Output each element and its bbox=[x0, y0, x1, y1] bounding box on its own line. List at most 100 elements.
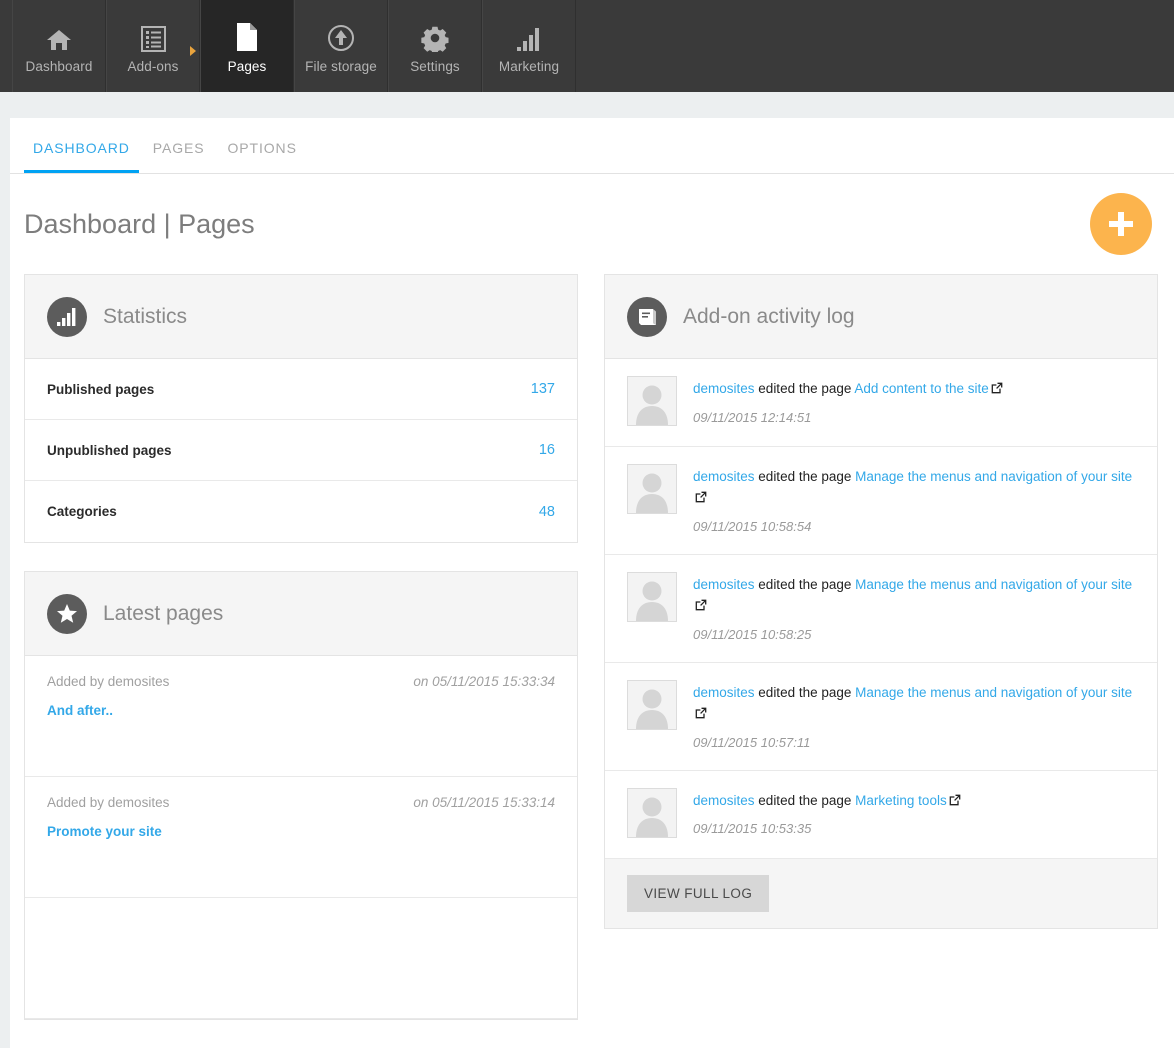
latest-page-row: Added by demosites on 05/11/2015 15:33:1… bbox=[25, 777, 577, 898]
view-full-log-button[interactable]: VIEW FULL LOG bbox=[627, 874, 770, 912]
nav-item-dashboard[interactable]: Dashboard bbox=[12, 0, 106, 92]
page-shell: DASHBOARD PAGES OPTIONS Dashboard | Page… bbox=[10, 118, 1174, 1048]
activity-log-time: 09/11/2015 10:58:25 bbox=[693, 626, 812, 642]
bar-chart-icon bbox=[47, 296, 87, 337]
statistics-panel-header: Statistics bbox=[25, 275, 577, 359]
tab-bar: DASHBOARD PAGES OPTIONS bbox=[10, 118, 1174, 174]
top-navigation: Dashboard Add-ons Pages File storage Set… bbox=[0, 0, 1174, 92]
tab-pages[interactable]: PAGES bbox=[144, 140, 214, 173]
list-icon bbox=[140, 18, 166, 52]
external-link-icon[interactable] bbox=[991, 380, 1003, 401]
statistics-panel: Statistics Published pages 137 Unpublish… bbox=[24, 274, 578, 543]
nav-item-label: File storage bbox=[305, 59, 377, 74]
home-icon bbox=[46, 18, 72, 52]
activity-log-entry: demosites edited the page Manage the men… bbox=[605, 555, 1157, 663]
stat-row-categories: Categories 48 bbox=[25, 481, 577, 542]
activity-log-time: 09/11/2015 10:53:35 bbox=[693, 821, 812, 837]
stat-value[interactable]: 16 bbox=[539, 442, 555, 458]
user-link[interactable]: demosites bbox=[693, 381, 755, 396]
added-by-label: Added by demosites bbox=[47, 674, 170, 689]
latest-page-row: Added by demosites on 05/11/2015 15:33:3… bbox=[25, 656, 577, 777]
latest-page-row-partial bbox=[25, 898, 577, 1019]
external-link-icon[interactable] bbox=[695, 705, 707, 726]
tab-options[interactable]: OPTIONS bbox=[219, 140, 306, 173]
nav-item-label: Settings bbox=[410, 59, 460, 74]
page-link[interactable]: Marketing tools bbox=[855, 793, 947, 808]
dashboard-columns: Statistics Published pages 137 Unpublish… bbox=[10, 274, 1174, 1048]
activity-log-text: demosites edited the page Add content to… bbox=[693, 379, 1003, 401]
nav-item-label: Pages bbox=[227, 59, 267, 74]
avatar bbox=[627, 679, 677, 730]
avatar bbox=[627, 376, 677, 426]
avatar bbox=[627, 464, 677, 514]
panel-title: Add-on activity log bbox=[683, 304, 855, 328]
page-link[interactable]: Manage the menus and navigation of your … bbox=[855, 469, 1132, 484]
activity-log-panel-header: Add-on activity log bbox=[605, 275, 1157, 359]
nav-item-label: Marketing bbox=[498, 59, 560, 74]
left-column: Statistics Published pages 137 Unpublish… bbox=[24, 274, 578, 1048]
external-link-icon[interactable] bbox=[695, 597, 707, 618]
page-link[interactable]: Manage the menus and navigation of your … bbox=[855, 577, 1132, 592]
stat-label: Unpublished pages bbox=[47, 442, 172, 458]
activity-log-time: 09/11/2015 12:14:51 bbox=[693, 409, 812, 425]
activity-log-entry: demosites edited the page Manage the men… bbox=[605, 663, 1157, 771]
nav-item-label: Add-ons bbox=[127, 59, 179, 74]
action-text: edited the page bbox=[758, 381, 852, 396]
user-link[interactable]: demosites bbox=[693, 793, 755, 808]
action-text: edited the page bbox=[758, 792, 852, 808]
page-link[interactable]: Promote your site bbox=[47, 824, 162, 839]
stat-row-unpublished: Unpublished pages 16 bbox=[25, 420, 577, 481]
nav-item-add-ons[interactable]: Add-ons bbox=[106, 0, 200, 92]
external-link-icon[interactable] bbox=[949, 792, 961, 813]
action-text: edited the page bbox=[758, 576, 852, 592]
added-by-label: Added by demosites bbox=[47, 795, 170, 810]
added-on-time: on 05/11/2015 15:33:34 bbox=[413, 674, 555, 689]
page-link[interactable]: Manage the menus and navigation of your … bbox=[855, 685, 1132, 700]
activity-log-entry: demosites edited the page Add content to… bbox=[605, 359, 1157, 447]
tab-dashboard[interactable]: DASHBOARD bbox=[24, 140, 139, 173]
panel-title: Latest pages bbox=[103, 601, 224, 625]
nav-item-settings[interactable]: Settings bbox=[388, 0, 482, 92]
activity-log-entry: demosites edited the page Manage the men… bbox=[605, 447, 1157, 555]
page-title-row: Dashboard | Pages bbox=[10, 174, 1174, 274]
page-link[interactable]: Add content to the site bbox=[854, 381, 988, 396]
stat-value[interactable]: 137 bbox=[531, 381, 555, 397]
latest-pages-panel: Latest pages Added by demosites on 05/11… bbox=[24, 571, 578, 1020]
book-icon bbox=[627, 296, 667, 337]
stat-label: Published pages bbox=[47, 381, 155, 397]
action-text: edited the page bbox=[758, 684, 852, 700]
upload-icon bbox=[327, 18, 355, 52]
page-link[interactable]: And after.. bbox=[47, 703, 113, 718]
action-text: edited the page bbox=[758, 469, 852, 484]
activity-log-entry: demosites edited the page Marketing tool… bbox=[605, 771, 1157, 859]
user-link[interactable]: demosites bbox=[693, 577, 755, 592]
nav-item-pages[interactable]: Pages bbox=[200, 0, 294, 92]
nav-item-label: Dashboard bbox=[25, 59, 93, 74]
activity-log-footer: VIEW FULL LOG bbox=[605, 858, 1157, 928]
submenu-arrow-icon bbox=[190, 46, 196, 56]
activity-log-time: 09/11/2015 10:57:11 bbox=[693, 734, 811, 750]
star-icon bbox=[47, 593, 87, 634]
user-link[interactable]: demosites bbox=[693, 469, 755, 484]
nav-item-marketing[interactable]: Marketing bbox=[482, 0, 576, 92]
added-on-time: on 05/11/2015 15:33:14 bbox=[413, 795, 555, 810]
avatar bbox=[627, 787, 677, 838]
add-button[interactable] bbox=[1090, 193, 1152, 255]
page-title: Dashboard | Pages bbox=[24, 208, 255, 239]
user-link[interactable]: demosites bbox=[693, 685, 755, 700]
activity-log-panel: Add-on activity log demosites edited the… bbox=[604, 274, 1158, 929]
activity-log-text: demosites edited the page Manage the men… bbox=[693, 575, 1135, 618]
nav-item-file-storage[interactable]: File storage bbox=[294, 0, 388, 92]
right-column: Add-on activity log demosites edited the… bbox=[604, 274, 1158, 1048]
latest-pages-panel-header: Latest pages bbox=[25, 572, 577, 656]
gear-icon bbox=[421, 18, 449, 52]
external-link-icon[interactable] bbox=[695, 489, 707, 510]
stat-row-published: Published pages 137 bbox=[25, 359, 577, 420]
avatar bbox=[627, 571, 677, 622]
activity-log-text: demosites edited the page Manage the men… bbox=[693, 467, 1135, 510]
panel-title: Statistics bbox=[103, 304, 188, 328]
page-icon bbox=[235, 18, 259, 52]
stat-value[interactable]: 48 bbox=[539, 504, 555, 520]
activity-log-time: 09/11/2015 10:58:54 bbox=[693, 518, 812, 534]
bar-chart-icon bbox=[515, 18, 543, 52]
